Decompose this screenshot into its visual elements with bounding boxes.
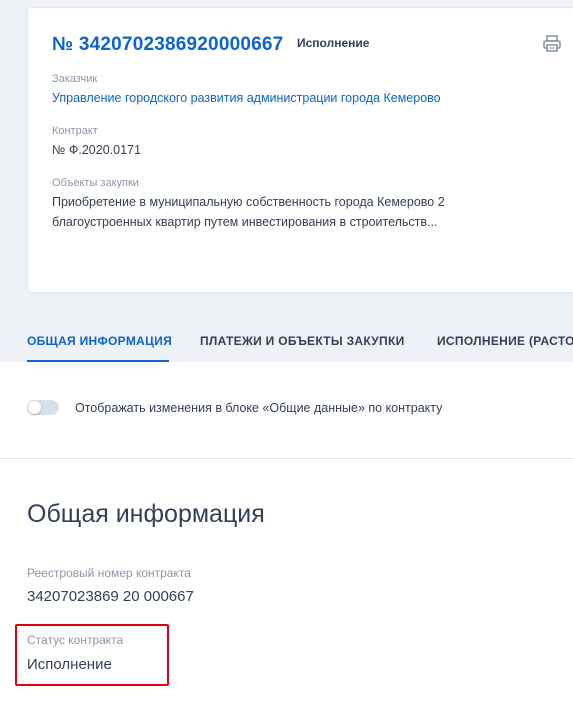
contract-header-area: № 3420702386920000667 Исполнение Заказчи…	[0, 0, 573, 362]
customer-link[interactable]: Управление городского развития администр…	[52, 91, 441, 105]
purchase-objects-line-2: благоустроенных квартир путем инвестиров…	[52, 215, 438, 229]
purchase-objects-line-1: Приобретение в муниципальную собственнос…	[52, 195, 445, 209]
tab-general-info[interactable]: ОБЩАЯ ИНФОРМАЦИЯ	[27, 334, 172, 348]
tab-bar: ОБЩАЯ ИНФОРМАЦИЯ ПЛАТЕЖИ И ОБЪЕКТЫ ЗАКУП…	[0, 320, 573, 362]
active-tab-indicator	[27, 360, 169, 362]
registry-number-label: Реестровый номер контракта	[27, 566, 191, 580]
section-title: Общая информация	[27, 500, 265, 528]
contract-value: № Ф.2020.0171	[52, 143, 141, 157]
contract-number-link[interactable]: № 3420702386920000667	[52, 34, 283, 56]
contract-status-label: Статус контракта	[27, 633, 124, 647]
registry-number-value: 34207023869 20 000667	[27, 588, 194, 605]
purchase-objects-label: Объекты закупки	[52, 177, 139, 189]
contract-card: № 3420702386920000667 Исполнение Заказчи…	[27, 7, 573, 293]
divider	[0, 458, 573, 459]
show-changes-toggle-label: Отображать изменения в блоке «Общие данн…	[75, 401, 443, 415]
tab-payments[interactable]: ПЛАТЕЖИ И ОБЪЕКТЫ ЗАКУПКИ	[200, 334, 405, 348]
show-changes-toggle[interactable]	[27, 400, 59, 415]
tab-execution[interactable]: ИСПОЛНЕНИЕ (РАСТО	[437, 334, 573, 348]
contract-label: Контракт	[52, 125, 98, 137]
contract-status-badge: Исполнение	[297, 36, 370, 50]
toggle-knob	[28, 401, 41, 414]
printer-icon[interactable]	[541, 34, 563, 54]
contract-status-value: Исполнение	[27, 656, 112, 673]
customer-label: Заказчик	[52, 73, 98, 85]
